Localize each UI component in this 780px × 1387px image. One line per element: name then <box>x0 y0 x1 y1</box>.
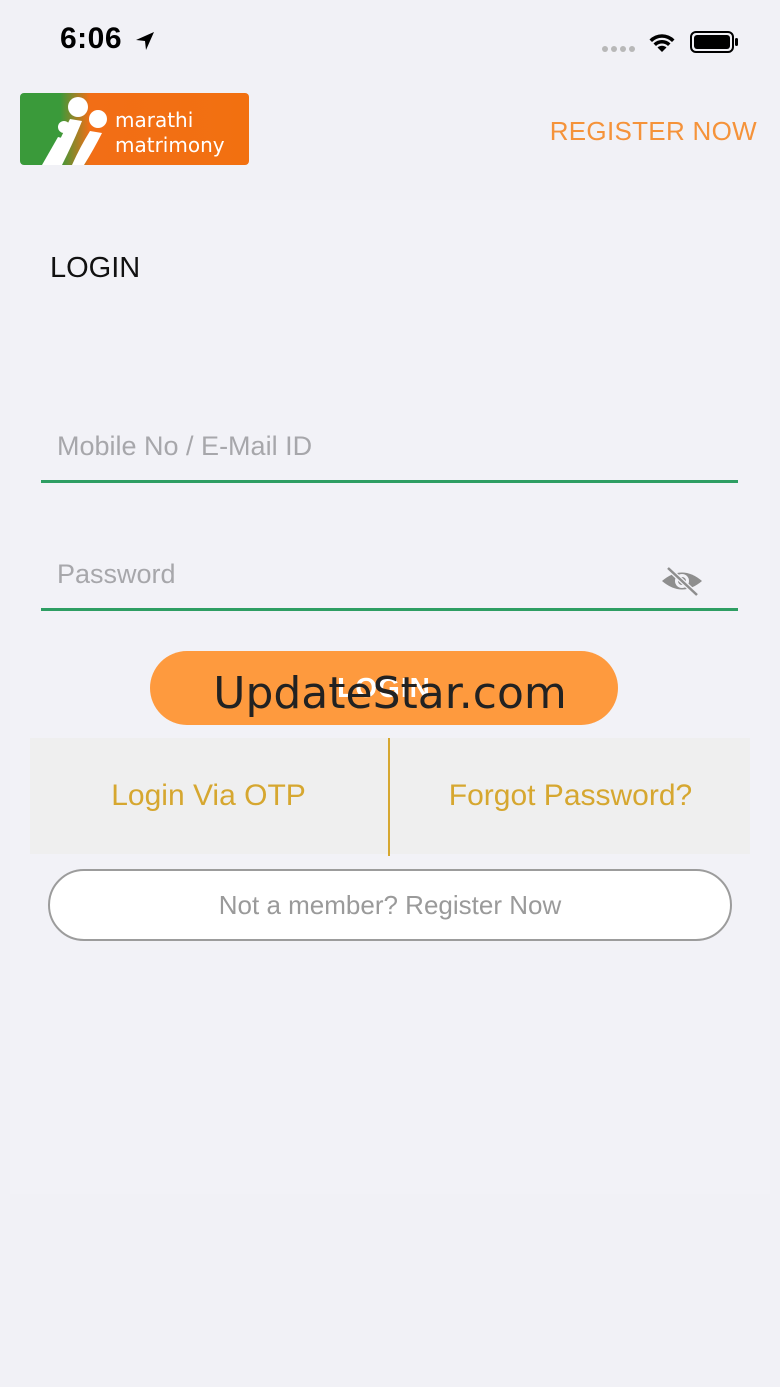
status-time: 6:06 <box>60 22 123 55</box>
marathi-matrimony-logo: marathi matrimony <box>20 93 249 165</box>
wifi-icon <box>649 34 675 52</box>
password-input[interactable] <box>55 558 639 591</box>
login-via-otp-link[interactable]: Login Via OTP <box>30 738 387 854</box>
logo-text-line2: matrimony <box>115 133 225 157</box>
register-now-link[interactable]: REGISTER NOW <box>550 116 757 147</box>
password-field <box>41 544 738 611</box>
battery-icon <box>690 31 738 53</box>
logo-figures-icon <box>42 97 107 165</box>
login-options-row: Login Via OTP Forgot Password? <box>30 738 750 856</box>
mobile-email-input[interactable] <box>55 430 639 463</box>
forgot-password-link[interactable]: Forgot Password? <box>391 738 750 854</box>
login-button[interactable]: LOGIN <box>150 651 618 725</box>
not-a-member-register-button[interactable]: Not a member? Register Now <box>48 869 732 941</box>
login-card: LOGIN LOGIN UpdateStar.com Login Via OTP… <box>10 200 770 1194</box>
location-arrow-icon <box>136 32 154 50</box>
page-title: LOGIN <box>50 252 141 284</box>
options-divider <box>388 738 390 856</box>
logo-text-line1: marathi <box>115 108 194 132</box>
eye-slash-icon[interactable] <box>660 564 704 598</box>
cellular-signal-icon <box>602 46 635 52</box>
app-header: marathi matrimony REGISTER NOW <box>0 86 780 198</box>
mobile-email-field <box>41 416 738 483</box>
status-bar: 6:06 <box>0 0 780 86</box>
